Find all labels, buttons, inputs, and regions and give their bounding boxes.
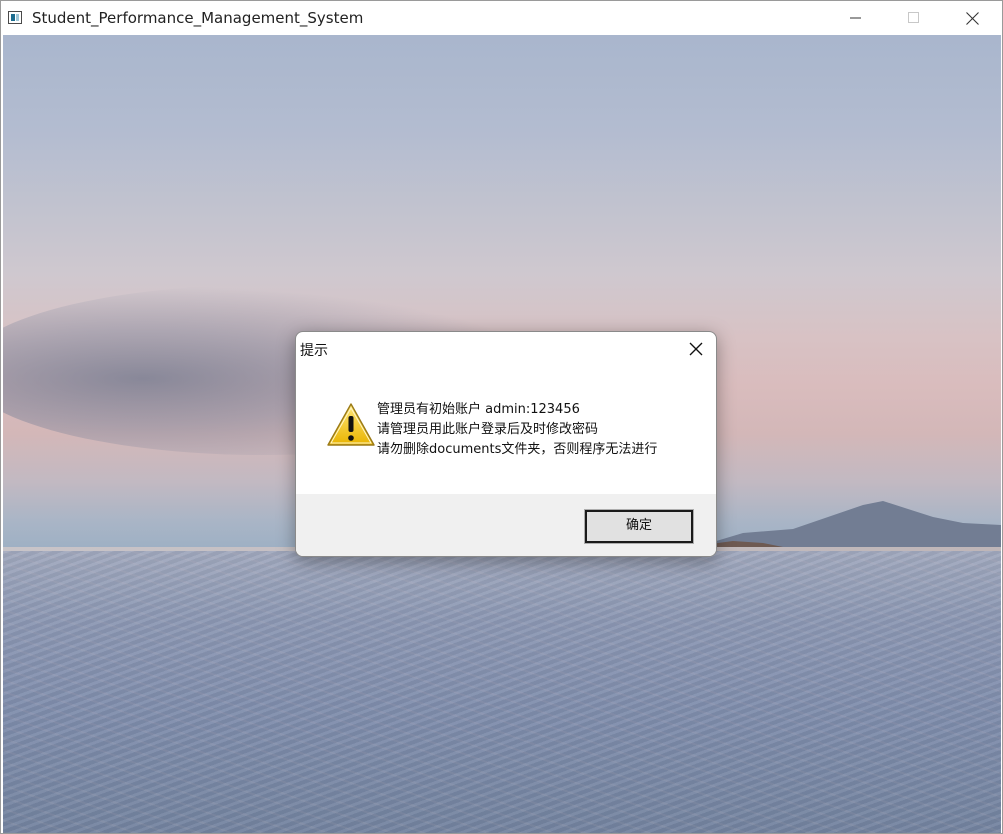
- minimize-icon: [850, 17, 861, 19]
- close-icon: [966, 12, 979, 25]
- salt-flat: [3, 551, 1001, 833]
- message-line: 管理员有初始账户 admin:123456: [377, 402, 580, 417]
- message-dialog: 提示 管理员有初始账户 admin:123456 请管理员用此账户登录后及时修改…: [295, 331, 717, 557]
- close-icon: [689, 342, 703, 356]
- maximize-icon: [908, 12, 919, 23]
- minimize-button[interactable]: [833, 1, 879, 35]
- maximize-button[interactable]: [891, 1, 937, 35]
- dialog-title: 提示: [300, 343, 328, 359]
- ok-button[interactable]: 确定: [584, 509, 694, 544]
- dialog-footer: 确定: [296, 494, 716, 556]
- app-icon: [8, 11, 22, 24]
- message-line: 请勿删除documents文件夹，否则程序无法进行: [377, 442, 658, 457]
- window-title: Student_Performance_Management_System: [32, 9, 364, 27]
- close-window-button[interactable]: [949, 1, 995, 35]
- warning-icon: [327, 403, 375, 446]
- dialog-close-button[interactable]: [682, 338, 710, 360]
- title-bar[interactable]: Student_Performance_Management_System: [1, 1, 1002, 35]
- message-line: 请管理员用此账户登录后及时修改密码: [377, 422, 599, 437]
- dialog-message: 管理员有初始账户 admin:123456 请管理员用此账户登录后及时修改密码 …: [377, 400, 657, 460]
